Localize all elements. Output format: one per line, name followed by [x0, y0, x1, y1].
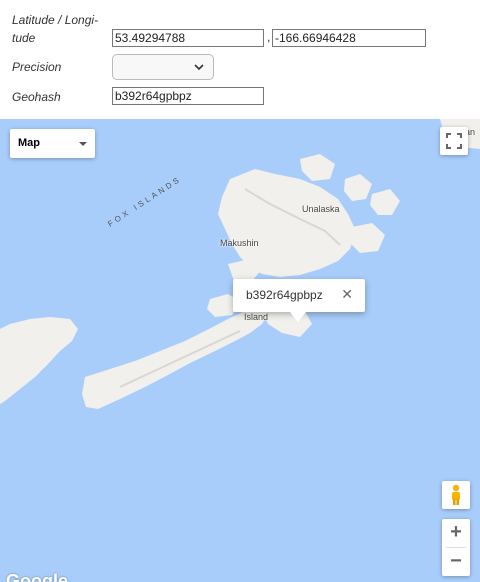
fullscreen-button[interactable]: [440, 127, 468, 155]
zoom-control: + −: [442, 519, 470, 576]
latitude-input[interactable]: [112, 29, 264, 47]
coordinate-separator: ,: [267, 30, 271, 44]
place-island: Island: [244, 312, 269, 322]
map-canvas[interactable]: FOX ISLANDS Unalaska Makushin Island an …: [0, 119, 480, 582]
geohash-form: Latitude / Longi- tude , Precision Geoha…: [0, 0, 480, 120]
chevron-down-icon: [194, 64, 204, 71]
precision-label: Precision: [12, 60, 62, 74]
google-logo: Google: [6, 571, 68, 582]
map-type-label: Map: [18, 137, 40, 149]
zoom-in-button[interactable]: +: [442, 519, 470, 547]
zoom-out-button[interactable]: −: [442, 548, 470, 576]
latlng-label: Latitude / Longi-: [12, 10, 98, 30]
dropdown-arrow-icon: [79, 142, 87, 146]
latlng-label-cont: tude: [12, 28, 35, 48]
street-view-pegman[interactable]: [442, 481, 470, 509]
latlng-label-line2: tude: [12, 31, 36, 45]
close-icon[interactable]: ✕: [341, 286, 353, 303]
longitude-input[interactable]: [272, 29, 426, 47]
place-makushin: Makushin: [220, 238, 259, 248]
info-window-tail: [290, 312, 306, 322]
place-unalaska: Unalaska: [302, 204, 340, 214]
map-terrain: FOX ISLANDS: [0, 119, 480, 582]
precision-select[interactable]: [112, 54, 214, 80]
latlng-label-line1: Latitude / Longi-: [12, 13, 99, 27]
info-window: b392r64gpbpz ✕: [233, 279, 365, 322]
pegman-icon: [452, 484, 460, 505]
geohash-input[interactable]: [112, 87, 264, 105]
fullscreen-icon: [446, 133, 462, 149]
map-type-control[interactable]: Map: [10, 129, 95, 158]
geohash-label: Geohash: [12, 90, 61, 104]
info-window-title: b392r64gpbpz: [246, 288, 323, 302]
